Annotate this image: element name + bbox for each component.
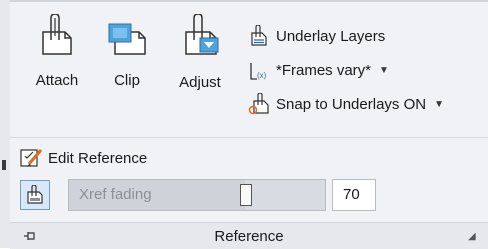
xref-fading-value: 70 [343,186,360,203]
xref-fading-toggle[interactable] [20,180,50,210]
svg-text:(x): (x) [257,71,267,80]
clip-label: Clip [114,72,140,89]
xref-fading-slider[interactable]: Xref fading [68,179,326,211]
edit-reference-button[interactable]: Edit Reference [18,144,147,172]
xref-fading-placeholder: Xref fading [79,186,152,203]
frames-vary-dropdown[interactable]: (x) *Frames vary* ▼ [246,56,486,84]
clip-icon [108,23,146,55]
ribbon-edge-marker [2,160,6,170]
snap-to-underlays-dropdown[interactable]: Snap to Underlays ON ▼ [246,90,486,118]
attach-label: Attach [35,72,79,89]
underlay-layers-icon [246,24,272,48]
adjust-label: Adjust [179,74,221,91]
ribbon-left-edge [0,0,10,248]
panel-separator [10,137,488,138]
edit-reference-icon [18,146,44,170]
xref-fading-value-field[interactable]: 70 [332,179,376,211]
clip-button[interactable]: Clip [102,14,152,89]
frames-vary-label: *Frames vary* [276,61,372,79]
snap-to-underlays-label: Snap to Underlays ON [276,95,427,113]
chevron-down-icon: ▼ [379,64,389,76]
attach-button[interactable]: Attach [28,14,86,89]
frames-icon: (x) [246,58,272,82]
attach-icon [42,14,72,55]
panel-title-bar[interactable]: Reference ◢ [10,222,488,249]
snap-icon [246,92,272,116]
slider-handle[interactable] [240,184,252,206]
adjust-icon [185,14,219,55]
dialog-launcher-icon[interactable]: ◢ [468,231,476,242]
panel-top-border [10,0,488,2]
panel-title: Reference [214,228,284,245]
xref-fading-icon [27,185,43,204]
edit-reference-label: Edit Reference [48,149,148,167]
chevron-down-icon: ▼ [434,98,444,110]
adjust-button[interactable]: Adjust [170,14,230,91]
underlay-layers-label: Underlay Layers [276,27,386,45]
underlay-layers-button[interactable]: Underlay Layers [246,22,486,50]
